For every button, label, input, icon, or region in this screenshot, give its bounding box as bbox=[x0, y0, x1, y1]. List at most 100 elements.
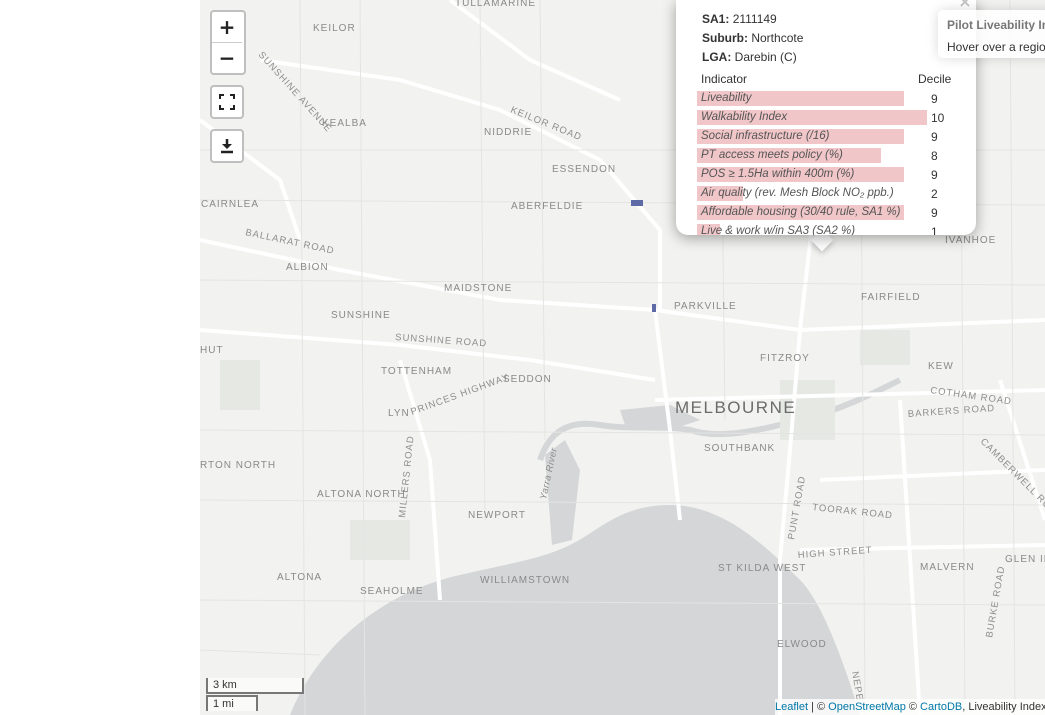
place-label: SEDDON bbox=[503, 374, 552, 385]
highlighted-region[interactable] bbox=[631, 200, 643, 206]
decile-column-header: Decile bbox=[918, 72, 952, 86]
suburb-value: Northcote bbox=[751, 31, 804, 45]
sa1-value: 2111149 bbox=[732, 12, 777, 26]
popup-sa1: SA1: 2111149 bbox=[702, 12, 777, 26]
place-label: ALBION bbox=[286, 262, 329, 273]
fullscreen-icon bbox=[219, 94, 235, 110]
road-label: PUNT ROAD bbox=[786, 475, 808, 541]
indicator-label: POS ≥ 1.5Ha within 400m (%) bbox=[701, 168, 855, 180]
decile-value: 8 bbox=[931, 149, 938, 163]
place-label: SEAHOLME bbox=[360, 586, 424, 597]
place-label: GLEN IR bbox=[1005, 554, 1045, 565]
attribution-tail: , Liveability Index bbox=[962, 701, 1045, 713]
road-label: PRINCES HIGHWAY bbox=[409, 372, 511, 418]
city-label: MELBOURNE bbox=[675, 398, 796, 417]
indicator-row: Affordable housing (30/40 rule, SA1 %) 9 bbox=[697, 204, 962, 220]
attribution: Leaflet | © OpenStreetMap © CartoDB, Liv… bbox=[775, 699, 1045, 715]
road-label: BURKE ROAD bbox=[984, 565, 1007, 639]
attribution-sep: © bbox=[905, 701, 921, 713]
indicator-column-header: Indicator bbox=[701, 72, 748, 86]
osm-link[interactable]: OpenStreetMap bbox=[828, 701, 906, 713]
indicator-row: PT access meets policy (%) 8 bbox=[697, 147, 962, 163]
decile-value: 2 bbox=[931, 187, 938, 201]
place-label: ST KILDA WEST bbox=[718, 563, 806, 574]
indicator-label: Walkability Index bbox=[701, 111, 788, 123]
decile-value: 9 bbox=[931, 206, 938, 220]
indicator-label: Affordable housing (30/40 rule, SA1 %) bbox=[701, 206, 901, 218]
zoom-out-button[interactable]: − bbox=[212, 42, 242, 73]
place-label: RTON NORTH bbox=[200, 460, 276, 471]
lga-label: LGA: bbox=[702, 50, 732, 64]
park bbox=[350, 520, 410, 560]
info-panel: Pilot Liveability In Hover over a regio bbox=[938, 10, 1045, 58]
place-label: KEILOR bbox=[313, 23, 356, 34]
place-label: FITZROY bbox=[760, 353, 810, 364]
indicator-row: Walkability Index 10 bbox=[697, 109, 962, 125]
highlighted-region[interactable] bbox=[652, 304, 656, 312]
road-label: TOORAK ROAD bbox=[812, 502, 894, 521]
decile-value: 9 bbox=[931, 168, 938, 182]
popup-close-button[interactable]: × bbox=[957, 0, 973, 10]
indicator-label: Air quality (rev. Mesh Block NO₂ ppb.) bbox=[701, 187, 894, 199]
place-label: ALTONA NORTH bbox=[317, 489, 406, 500]
indicator-row: POS ≥ 1.5Ha within 400m (%) 9 bbox=[697, 166, 962, 182]
road-label: BARKERS ROAD bbox=[907, 403, 995, 420]
place-label: TOTTENHAM bbox=[381, 366, 452, 377]
decile-value: 9 bbox=[931, 130, 938, 144]
park bbox=[220, 360, 260, 410]
decile-value: 1 bbox=[931, 225, 938, 235]
road-label: MILLERS ROAD bbox=[397, 435, 417, 518]
fullscreen-button[interactable] bbox=[210, 85, 244, 119]
place-label: KEW bbox=[928, 361, 954, 372]
place-label: HUT bbox=[200, 345, 224, 356]
info-panel-title: Pilot Liveability In bbox=[947, 18, 1045, 32]
indicator-label: PT access meets policy (%) bbox=[701, 149, 843, 161]
attribution-sep: | © bbox=[808, 701, 829, 713]
info-panel-hint: Hover over a regio bbox=[947, 40, 1045, 54]
place-label: NIDDRIE bbox=[484, 127, 532, 138]
decile-value: 10 bbox=[931, 111, 945, 125]
scale-km: 3 km bbox=[206, 678, 304, 694]
decile-value: 9 bbox=[931, 92, 938, 106]
indicator-row: Liveability 9 bbox=[697, 90, 962, 106]
place-label: TULLAMARINE bbox=[455, 0, 536, 9]
place-label: NEWPORT bbox=[468, 510, 526, 521]
indicator-row: Social infrastructure (/16) 9 bbox=[697, 128, 962, 144]
place-label: IVANHOE bbox=[945, 235, 996, 246]
indicator-label: Liveability bbox=[701, 92, 752, 104]
download-button[interactable] bbox=[210, 129, 244, 163]
road-label: SUNSHINE AVENUE bbox=[256, 50, 334, 135]
place-label: CAIRNLEA bbox=[201, 199, 259, 210]
popup-suburb: Suburb: Northcote bbox=[702, 31, 803, 45]
sa1-label: SA1: bbox=[702, 12, 730, 26]
place-label: MAIDSTONE bbox=[444, 283, 512, 294]
place-label: ALTONA bbox=[277, 572, 322, 583]
road-label: CAMBERWELL ROAD bbox=[978, 436, 1045, 522]
indicator-row: Live & work w/in SA3 (SA2 %) 1 bbox=[697, 223, 962, 235]
place-label: LYN bbox=[388, 408, 410, 419]
park bbox=[860, 330, 910, 365]
indicator-row: Air quality (rev. Mesh Block NO₂ ppb.) 2 bbox=[697, 185, 962, 201]
scale-mi: 1 mi bbox=[206, 695, 258, 711]
lga-value: Darebin (C) bbox=[734, 50, 797, 64]
place-label: FAIRFIELD bbox=[861, 292, 921, 303]
leaflet-link[interactable]: Leaflet bbox=[775, 701, 808, 713]
zoom-in-button[interactable]: + bbox=[212, 12, 242, 42]
popup-lga: LGA: Darebin (C) bbox=[702, 50, 797, 64]
place-label: ABERFELDIE bbox=[511, 201, 583, 212]
indicator-label: Social infrastructure (/16) bbox=[701, 130, 830, 142]
place-label: MALVERN bbox=[920, 562, 975, 573]
place-label: ELWOOD bbox=[777, 639, 827, 650]
place-label: ESSENDON bbox=[552, 164, 616, 175]
road-label: HIGH STREET bbox=[797, 545, 872, 561]
download-icon bbox=[221, 139, 233, 154]
place-label: SOUTHBANK bbox=[704, 443, 775, 454]
page: TULLAMARINE KEILOR KEALBA NIDDRIE ESSEND… bbox=[0, 0, 1045, 715]
region-popup: SA1: 2111149 Suburb: Northcote LGA: Dare… bbox=[676, 0, 976, 235]
map-canvas[interactable]: TULLAMARINE KEILOR KEALBA NIDDRIE ESSEND… bbox=[200, 0, 1045, 715]
suburb-label: Suburb: bbox=[702, 31, 748, 45]
place-label: WILLIAMSTOWN bbox=[480, 575, 570, 586]
place-label: PARKVILLE bbox=[674, 301, 737, 312]
place-label: SUNSHINE bbox=[331, 310, 391, 321]
carto-link[interactable]: CartoDB bbox=[920, 701, 962, 713]
